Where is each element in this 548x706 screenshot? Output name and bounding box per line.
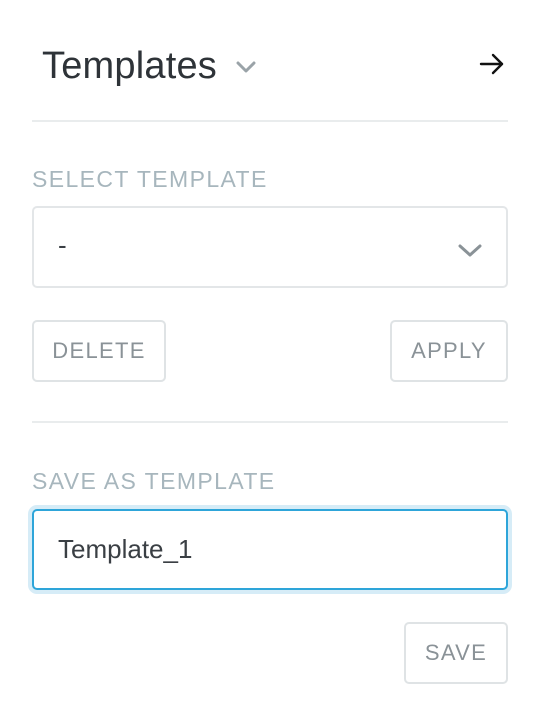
collapse-panel-button[interactable] (476, 50, 508, 82)
save-button[interactable]: SAVE (404, 622, 508, 684)
save-as-template-label: SAVE AS TEMPLATE (32, 468, 276, 494)
templates-title-dropdown[interactable]: Templates (42, 38, 259, 94)
arrow-right-icon (479, 51, 505, 82)
template-name-input[interactable] (32, 509, 508, 590)
chevron-down-icon (233, 54, 259, 80)
panel-header: Templates (32, 38, 508, 94)
header-divider (32, 120, 508, 122)
templates-panel: Templates SELECT TEMPLATE - DELETE APPLY… (0, 0, 548, 706)
panel-title: Templates (42, 45, 217, 87)
select-template-label: SELECT TEMPLATE (32, 166, 268, 192)
apply-button[interactable]: APPLY (390, 320, 508, 382)
section-divider (32, 421, 508, 423)
chevron-down-icon (456, 236, 484, 264)
template-select[interactable]: - (32, 206, 508, 288)
delete-button[interactable]: DELETE (32, 320, 166, 382)
template-select-value: - (58, 230, 67, 260)
